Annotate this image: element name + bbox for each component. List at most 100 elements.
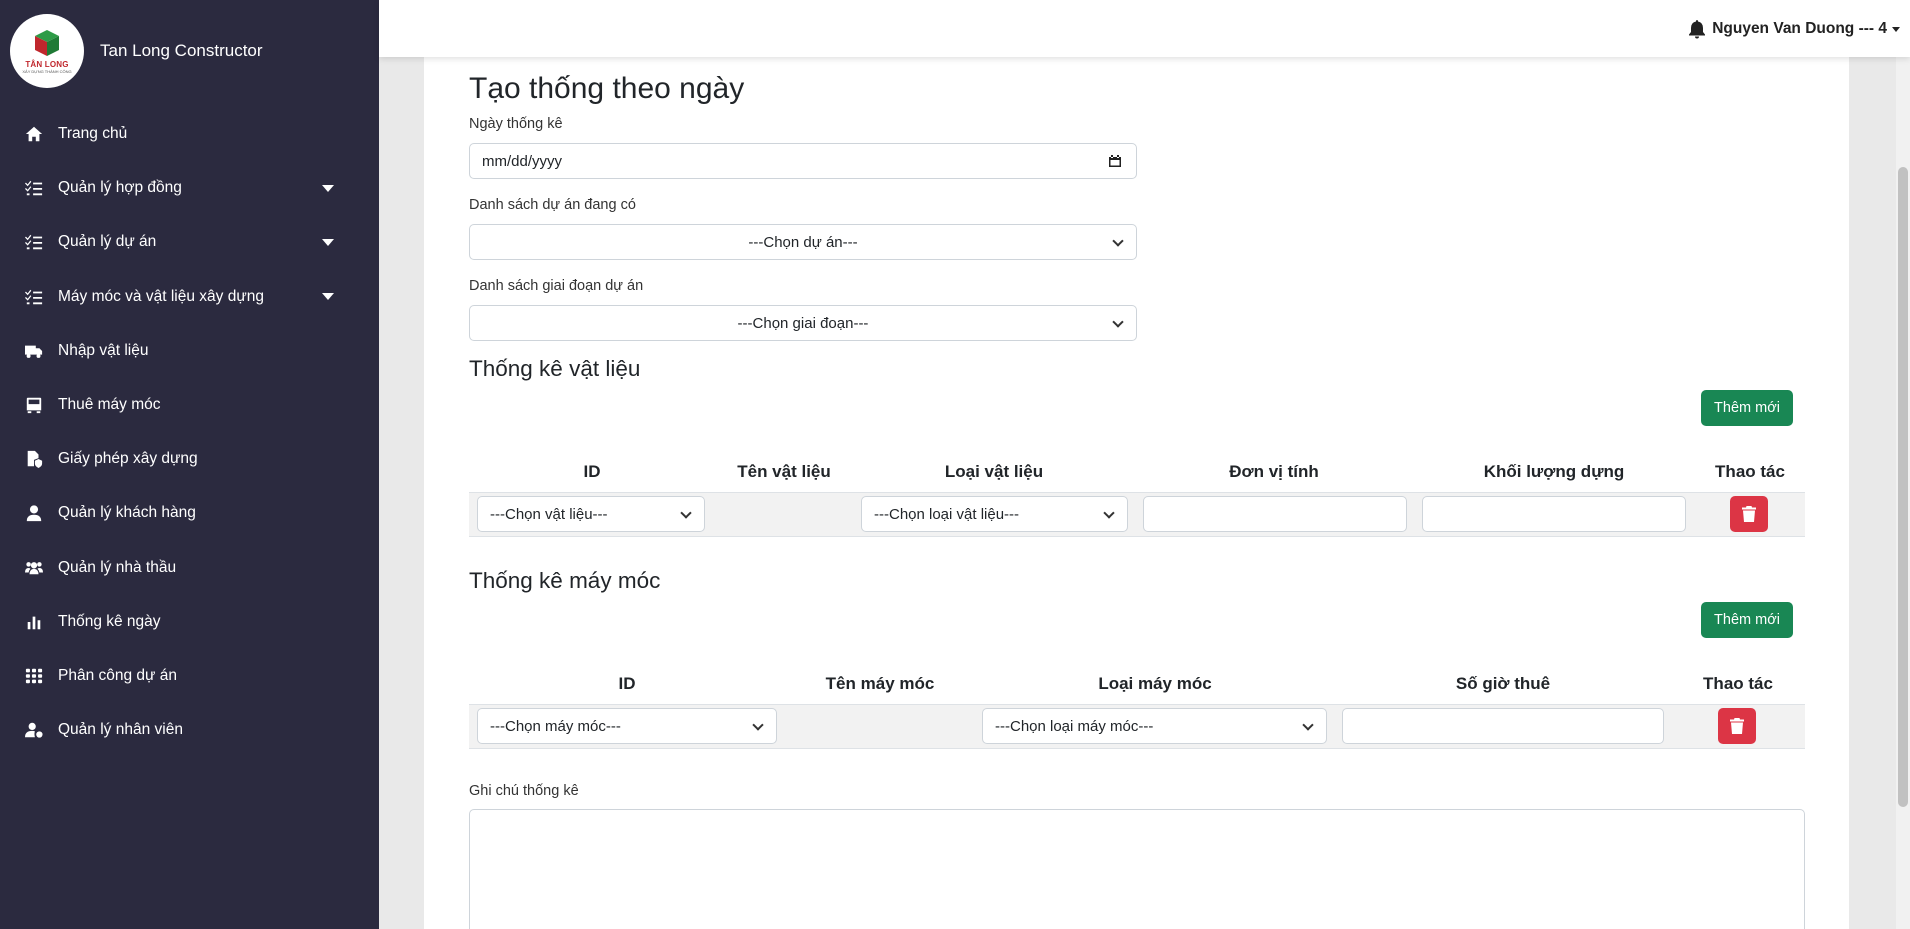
- logo-subtext: XÂY DỰNG THÀNH CÔNG: [22, 69, 72, 74]
- sidebar-item-projects[interactable]: Quản lý dự án: [0, 215, 379, 269]
- users-icon: [24, 558, 44, 578]
- trash-icon: [1730, 718, 1744, 734]
- chevron-down-icon: [322, 238, 334, 246]
- add-machine-button[interactable]: Thêm mới: [1701, 602, 1793, 638]
- user-menu[interactable]: Nguyen Van Duong --- 4: [1712, 20, 1900, 38]
- date-label: Ngày thống kê: [469, 116, 563, 132]
- machine-id-select-value: ---Chọn máy móc---: [490, 717, 621, 735]
- sidebar-item-customers[interactable]: Quản lý khách hàng: [0, 486, 379, 540]
- sidebar-nav: Trang chủ Quản lý hợp đồng Quản lý dự án…: [0, 107, 379, 757]
- sidebar-item-contractors[interactable]: Quản lý nhà thầu: [0, 541, 379, 595]
- sidebar-item-import-materials[interactable]: Nhập vật liệu: [0, 324, 379, 378]
- table-header: Loại vật liệu: [944, 462, 1044, 481]
- table-header: Tên máy móc: [825, 674, 935, 693]
- chevron-down-icon: [1892, 26, 1900, 32]
- sidebar-item-machines-materials[interactable]: Máy móc và vật liệu xây dựng: [0, 270, 379, 324]
- chevron-down-icon: [752, 719, 764, 731]
- machine-id-select[interactable]: ---Chọn máy móc---: [477, 708, 777, 744]
- table-header: Khối lượng dựng: [1483, 462, 1625, 481]
- material-type-select-value: ---Chọn loại vật liệu---: [874, 505, 1020, 523]
- chart-bar-icon: [24, 612, 44, 632]
- sidebar-item-label: Quản lý khách hàng: [58, 504, 196, 522]
- chevron-down-icon: [322, 293, 334, 301]
- machines-heading: Thống kê máy móc: [469, 568, 661, 593]
- project-select-value: ---Chọn dự án---: [748, 233, 858, 251]
- date-placeholder: mm/dd/yyyy: [482, 152, 563, 170]
- scrollbar-thumb[interactable]: [1898, 167, 1908, 807]
- list-check-icon: [24, 178, 44, 198]
- bus-icon: [24, 395, 44, 415]
- user-name: Nguyen Van Duong --- 4: [1712, 20, 1887, 37]
- page-title: Tạo thống theo ngày: [469, 72, 745, 105]
- brand-name: Tan Long Constructor: [100, 41, 263, 60]
- calendar-icon[interactable]: [1108, 154, 1122, 168]
- material-id-select[interactable]: ---Chọn vật liệu---: [477, 496, 705, 532]
- user-gear-icon: [24, 720, 44, 740]
- table-header: ID: [618, 674, 636, 693]
- sidebar-item-label: Quản lý dự án: [58, 233, 157, 251]
- page-background: [1849, 57, 1896, 929]
- project-select[interactable]: ---Chọn dự án---: [469, 224, 1137, 260]
- sidebar-item-building-permits[interactable]: Giấy phép xây dựng: [0, 432, 379, 486]
- bell-icon[interactable]: [1687, 19, 1707, 39]
- sidebar-item-label: Máy móc và vật liệu xây dựng: [58, 287, 264, 305]
- sidebar-item-label: Phân công dự án: [58, 666, 177, 684]
- phase-select-value: ---Chọn giai đoạn---: [737, 314, 869, 332]
- phase-label: Danh sách giai đoạn dự án: [469, 278, 644, 294]
- material-type-select[interactable]: ---Chọn loại vật liệu---: [861, 496, 1128, 532]
- sidebar-item-employees[interactable]: Quản lý nhân viên: [0, 703, 379, 757]
- table-header: ID: [583, 462, 601, 481]
- sidebar: TÂN LONG XÂY DỰNG THÀNH CÔNG Tan Long Co…: [0, 0, 379, 929]
- grid-icon: [24, 666, 44, 686]
- note-label: Ghi chú thống kê: [469, 783, 579, 799]
- delete-machine-button[interactable]: [1718, 708, 1756, 744]
- logo-text: TÂN LONG: [25, 60, 69, 69]
- chevron-down-icon: [1112, 316, 1124, 328]
- truck-icon: [24, 341, 44, 361]
- rental-hours-input[interactable]: [1342, 708, 1664, 744]
- unit-input[interactable]: [1143, 496, 1407, 532]
- sidebar-item-label: Quản lý nhân viên: [58, 721, 183, 739]
- sidebar-item-home[interactable]: Trang chủ: [0, 107, 379, 161]
- sidebar-item-label: Nhập vật liệu: [58, 341, 149, 359]
- file-shield-icon: [24, 449, 44, 469]
- project-label: Danh sách dự án đang có: [469, 197, 636, 213]
- table-header: Thao tác: [1715, 462, 1785, 481]
- note-textarea[interactable]: [469, 809, 1805, 929]
- topbar: Nguyen Van Duong --- 4: [379, 0, 1910, 57]
- chevron-down-icon: [1302, 719, 1314, 731]
- chevron-down-icon: [680, 507, 692, 519]
- logo-cube-icon: [35, 30, 59, 56]
- chevron-down-icon: [1103, 507, 1115, 519]
- sidebar-item-label: Giấy phép xây dựng: [58, 450, 198, 468]
- user-icon: [24, 503, 44, 523]
- brand[interactable]: TÂN LONG XÂY DỰNG THÀNH CÔNG Tan Long Co…: [10, 14, 263, 88]
- date-input[interactable]: mm/dd/yyyy: [469, 143, 1137, 179]
- phase-select[interactable]: ---Chọn giai đoạn---: [469, 305, 1137, 341]
- logo: TÂN LONG XÂY DỰNG THÀNH CÔNG: [10, 14, 84, 88]
- table-header: Loại máy móc: [1098, 674, 1212, 693]
- sidebar-item-label: Thống kê ngày: [58, 612, 161, 630]
- sidebar-item-rent-machines[interactable]: Thuê máy móc: [0, 378, 379, 432]
- materials-heading: Thống kê vật liệu: [469, 356, 641, 381]
- material-id-select-value: ---Chọn vật liệu---: [490, 505, 608, 523]
- add-material-button[interactable]: Thêm mới: [1701, 390, 1793, 426]
- sidebar-item-project-assignment[interactable]: Phân công dự án: [0, 649, 379, 703]
- sidebar-item-label: Thuê máy móc: [58, 396, 161, 414]
- delete-material-button[interactable]: [1730, 496, 1768, 532]
- sidebar-item-contracts[interactable]: Quản lý hợp đồng: [0, 161, 379, 215]
- chevron-down-icon: [322, 184, 334, 192]
- machine-type-select-value: ---Chọn loại máy móc---: [995, 717, 1154, 735]
- table-header: Đơn vị tính: [1229, 462, 1319, 481]
- sidebar-item-label: Trang chủ: [58, 125, 128, 143]
- quantity-input[interactable]: [1422, 496, 1686, 532]
- trash-icon: [1742, 506, 1756, 522]
- sidebar-item-label: Quản lý nhà thầu: [58, 558, 177, 576]
- machine-type-select[interactable]: ---Chọn loại máy móc---: [982, 708, 1327, 744]
- chevron-down-icon: [1112, 235, 1124, 247]
- table-header: Tên vật liệu: [737, 462, 831, 481]
- list-check-icon: [24, 287, 44, 307]
- sidebar-item-daily-stats[interactable]: Thống kê ngày: [0, 595, 379, 649]
- table-header: Thao tác: [1703, 674, 1773, 693]
- scrollbar[interactable]: [1896, 57, 1910, 929]
